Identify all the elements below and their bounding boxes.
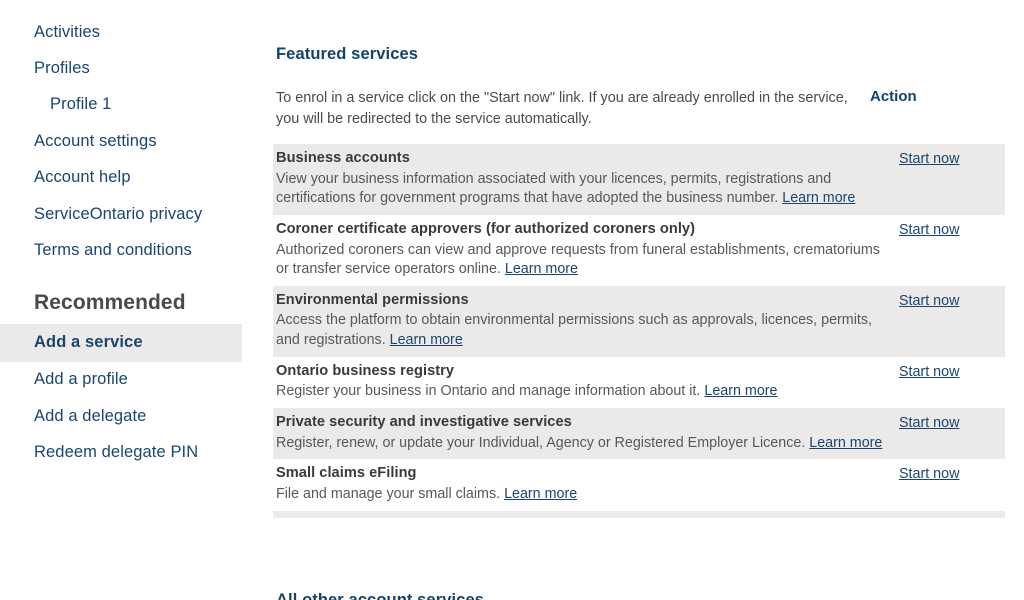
sidebar-item-add-a-profile[interactable]: Add a profile [0, 362, 265, 398]
table-row: Business accounts View your business info… [273, 144, 1005, 216]
action-cell: Start now [890, 413, 1002, 432]
action-cell: Start now [890, 464, 1002, 483]
sidebar-item-redeem-delegate-pin[interactable]: Redeem delegate PIN [0, 435, 265, 471]
sidebar-item-account-help[interactable]: Account help [0, 160, 265, 196]
service-description: View your business information associate… [276, 170, 884, 210]
main-content: Featured services To enrol in a service … [265, 0, 1024, 600]
action-cell: Start now [890, 149, 1002, 168]
service-name: Coroner certificate approvers (for autho… [276, 221, 696, 238]
sidebar-item-account-settings[interactable]: Account settings [0, 123, 265, 159]
featured-services-table: Business accounts View your business info… [273, 144, 1005, 510]
learn-more-link[interactable]: Learn more [390, 332, 463, 348]
service-cell: Environmental permissions Access the plat… [276, 291, 890, 351]
service-name: Environmental permissions [276, 292, 469, 309]
learn-more-link[interactable]: Learn more [505, 261, 578, 277]
featured-action-column-header: Action [870, 88, 917, 106]
service-description-text: File and manage your small claims. [276, 485, 501, 502]
sidebar-item-profile-1[interactable]: Profile 1 [0, 87, 265, 123]
start-now-link[interactable]: Start now [899, 364, 959, 380]
learn-more-link[interactable]: Learn more [809, 435, 882, 451]
sidebar-item-add-a-service[interactable]: Add a service [0, 324, 242, 362]
featured-intro-text: To enrol in a service click on the "Star… [276, 90, 848, 127]
sidebar-item-add-a-delegate[interactable]: Add a delegate [0, 398, 265, 434]
table-row: Coroner certificate approvers (for autho… [273, 215, 1005, 286]
sidebar-item-serviceontario-privacy[interactable]: ServiceOntario privacy [0, 196, 265, 232]
sidebar-recommended-heading: Recommended [34, 291, 186, 315]
start-now-link[interactable]: Start now [899, 415, 959, 431]
service-name: Business accounts [276, 150, 410, 167]
start-now-link[interactable]: Start now [899, 293, 959, 309]
start-now-link[interactable]: Start now [899, 151, 959, 167]
service-description-text: Access the platform to obtain environmen… [276, 312, 872, 349]
table-row: Ontario business registry Register your b… [273, 357, 1005, 408]
service-cell: Business accounts View your business info… [276, 149, 890, 209]
service-description: Authorized coroners can view and approve… [276, 241, 884, 281]
table-row: Private security and investigative servi… [273, 408, 1005, 460]
table-row: Small claims eFiling File and manage your… [273, 459, 1005, 510]
service-cell: Small claims eFiling File and manage your… [276, 464, 890, 504]
service-name: Ontario business registry [276, 363, 455, 380]
all-other-services-title: All other account services [273, 591, 997, 600]
page-root: Activities Profiles Profile 1 Account se… [0, 0, 1024, 600]
start-now-link[interactable]: Start now [899, 222, 959, 238]
start-now-link[interactable]: Start now [899, 466, 959, 482]
service-description-text: Register, renew, or update your Individu… [276, 434, 806, 451]
service-description-text: View your business information associate… [276, 170, 832, 207]
action-cell: Start now [890, 291, 1002, 310]
learn-more-link[interactable]: Learn more [504, 486, 577, 502]
featured-table-footer-bar [273, 510, 1005, 518]
sidebar-item-profiles[interactable]: Profiles [0, 50, 265, 86]
service-cell: Private security and investigative servi… [276, 413, 890, 453]
sidebar-nav: Activities Profiles Profile 1 Account se… [0, 0, 265, 600]
featured-services-title: Featured services [276, 44, 419, 63]
service-name: Small claims eFiling [276, 465, 417, 482]
action-cell: Start now [890, 220, 1002, 239]
service-cell: Ontario business registry Register your b… [276, 362, 890, 402]
featured-intro-row: To enrol in a service click on the "Star… [273, 77, 997, 129]
service-description: File and manage your small claims. Learn… [276, 485, 884, 505]
learn-more-link[interactable]: Learn more [704, 383, 777, 399]
service-description-text: Register your business in Ontario and ma… [276, 383, 701, 400]
action-cell: Start now [890, 362, 1002, 381]
sidebar-item-activities[interactable]: Activities [0, 14, 265, 50]
table-row: Environmental permissions Access the plat… [273, 286, 1005, 358]
service-name: Private security and investigative servi… [276, 414, 572, 431]
service-description: Register, renew, or update your Individu… [276, 434, 884, 454]
service-description: Register your business in Ontario and ma… [276, 382, 884, 402]
service-description: Access the platform to obtain environmen… [276, 311, 884, 351]
sidebar-item-terms-and-conditions[interactable]: Terms and conditions [0, 233, 265, 269]
service-cell: Coroner certificate approvers (for autho… [276, 220, 890, 280]
learn-more-link[interactable]: Learn more [782, 190, 855, 206]
